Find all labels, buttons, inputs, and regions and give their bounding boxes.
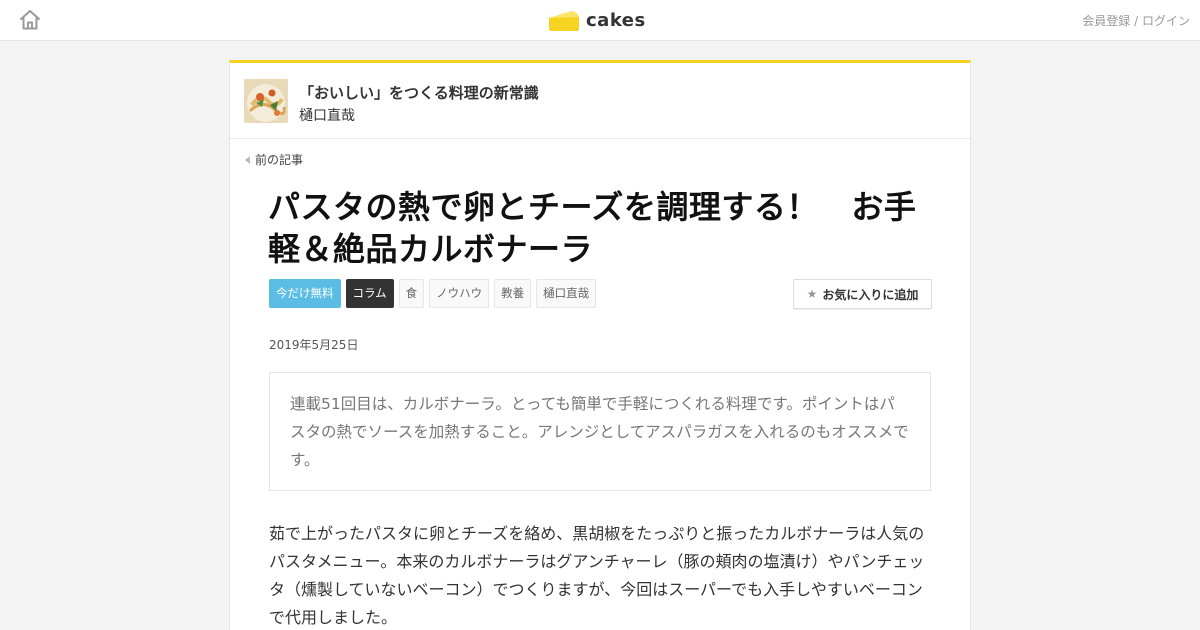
site-logo[interactable]: cakes bbox=[548, 6, 646, 34]
series-author[interactable]: 樋口直哉 bbox=[299, 105, 355, 125]
tag-column[interactable]: コラム bbox=[345, 279, 394, 308]
tag-knowhow[interactable]: ノウハウ bbox=[429, 279, 490, 308]
star-icon: ★ bbox=[806, 287, 818, 301]
tag-culture[interactable]: 教養 bbox=[494, 279, 532, 308]
article-lead: 連載51回目は、カルボナーラ。とっても簡単で手軽につくれる料理です。ポイントはパ… bbox=[269, 372, 931, 491]
tag-list: 今だけ無料 コラム 食 ノウハウ 教養 樋口直哉 bbox=[269, 279, 597, 308]
series-title[interactable]: 「おいしい」をつくる料理の新常識 bbox=[299, 82, 539, 103]
food-thumbnail-image bbox=[244, 79, 288, 123]
auth-separator: / bbox=[1134, 14, 1139, 28]
logo-text: cakes bbox=[586, 9, 646, 31]
tag-free[interactable]: 今だけ無料 bbox=[269, 279, 341, 308]
top-bar: cakes 会員登録 / ログイン bbox=[0, 0, 1200, 41]
add-favorite-button[interactable]: ★ お気に入りに追加 bbox=[793, 279, 932, 309]
register-link[interactable]: 会員登録 bbox=[1082, 14, 1130, 28]
article-title: パスタの熱で卵とチーズを調理する！ お手軽＆絶品カルボナーラ bbox=[268, 188, 917, 268]
auth-links: 会員登録 / ログイン bbox=[1082, 12, 1190, 29]
home-icon[interactable] bbox=[18, 8, 42, 32]
add-favorite-label: お気に入りに追加 bbox=[822, 287, 919, 302]
login-link[interactable]: ログイン bbox=[1142, 14, 1190, 28]
series-thumbnail[interactable] bbox=[244, 79, 288, 123]
article-card: 「おいしい」をつくる料理の新常識 樋口直哉 前の記事 パスタの熱で卵とチーズを調… bbox=[229, 60, 971, 630]
article-body: 茹で上がったパスタに卵とチーズを絡め、黒胡椒をたっぷりと振ったカルボナーラは人気… bbox=[269, 524, 925, 627]
tag-food[interactable]: 食 bbox=[398, 279, 425, 308]
prev-article-label: 前の記事 bbox=[255, 153, 304, 167]
publish-date: 2019年5月25日 bbox=[269, 338, 359, 352]
prev-article-link[interactable]: 前の記事 bbox=[245, 151, 303, 168]
chevron-left-icon bbox=[245, 155, 250, 164]
cake-logo-icon bbox=[549, 11, 579, 31]
tag-author[interactable]: 樋口直哉 bbox=[536, 279, 597, 308]
series-header[interactable]: 「おいしい」をつくる料理の新常識 樋口直哉 bbox=[230, 63, 970, 139]
